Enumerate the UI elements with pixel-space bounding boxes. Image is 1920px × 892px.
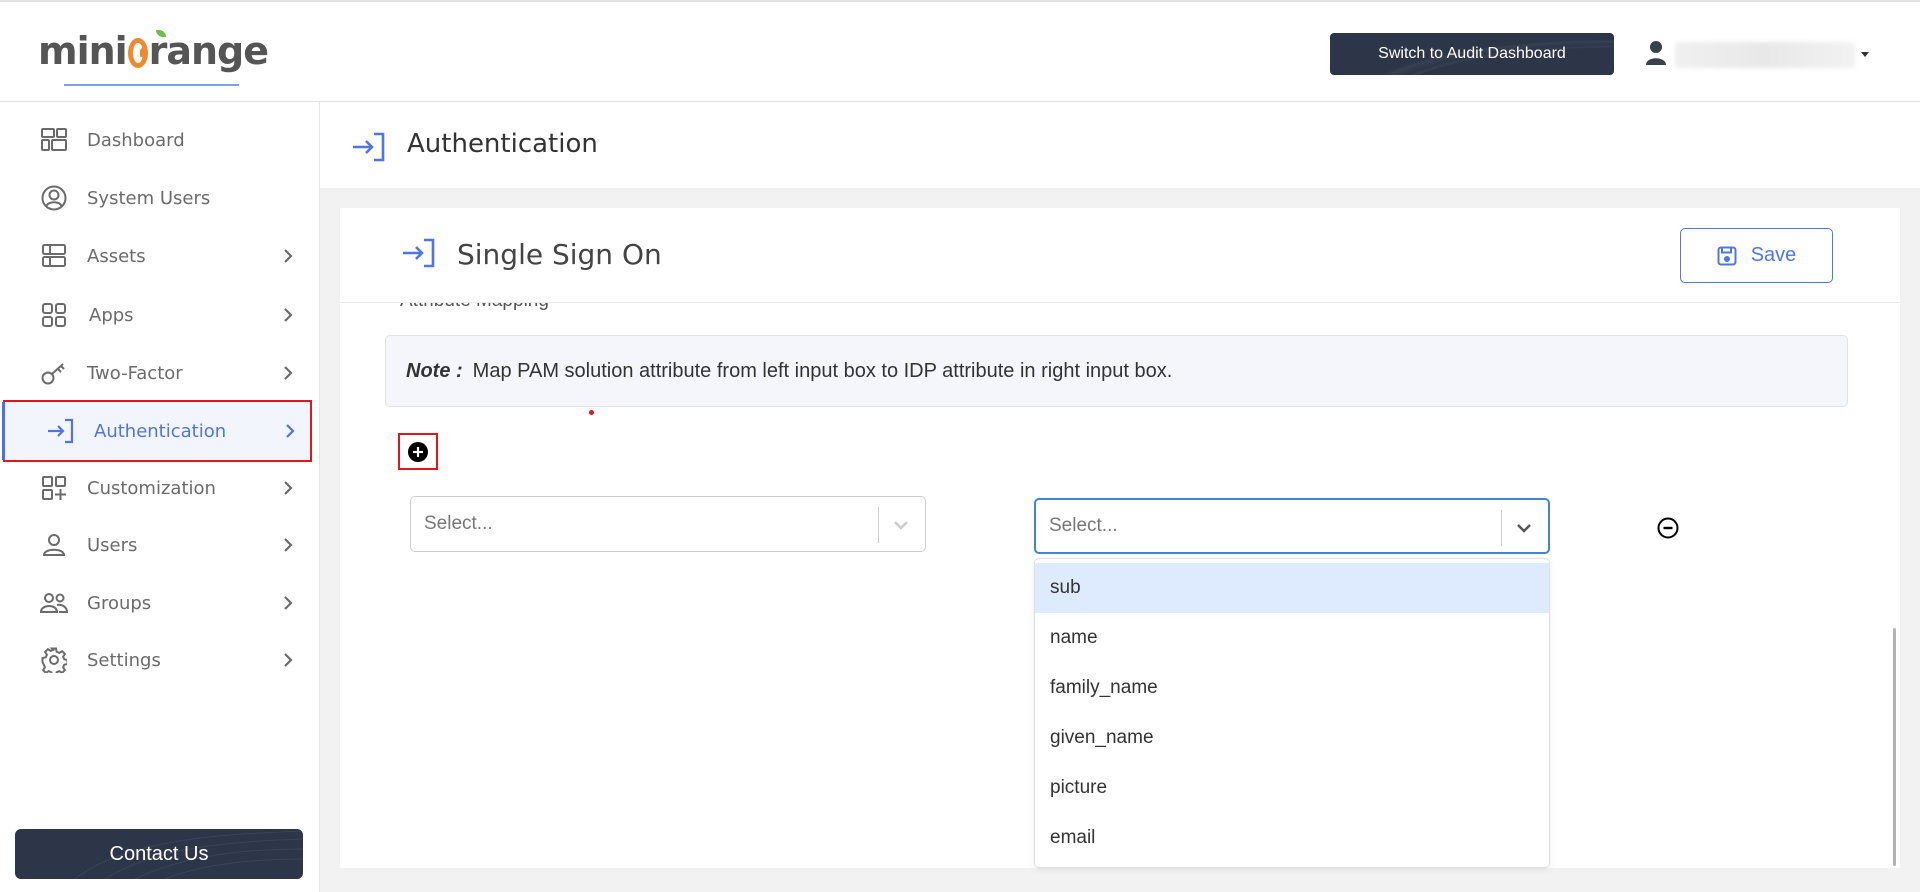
page-title: Authentication bbox=[407, 129, 598, 159]
save-button[interactable]: Save bbox=[1680, 228, 1833, 283]
user-menu-caret-icon[interactable] bbox=[1861, 52, 1869, 57]
sidebar-item-groups[interactable]: Groups bbox=[0, 574, 318, 632]
sidebar-item-settings[interactable]: Settings bbox=[0, 631, 318, 689]
miniorange-logo[interactable]: mini range bbox=[38, 26, 269, 90]
chevron-right-icon bbox=[286, 424, 295, 438]
sidebar-item-system-users[interactable]: System Users bbox=[0, 169, 318, 227]
logo-text-left: mini bbox=[38, 29, 128, 73]
sidebar-item-two-factor[interactable]: Two-Factor bbox=[0, 344, 318, 402]
chevron-right-icon bbox=[284, 481, 293, 495]
sign-in-icon bbox=[402, 238, 436, 272]
customization-icon bbox=[40, 474, 68, 502]
note-label: Note : bbox=[406, 359, 463, 382]
floppy-disk-icon bbox=[1717, 246, 1737, 265]
idp-attribute-dropdown-menu: sub name family_name given_name picture … bbox=[1034, 558, 1550, 868]
save-label: Save bbox=[1750, 244, 1797, 266]
user-name[interactable] bbox=[1675, 42, 1855, 68]
sidebar-item-label: System Users bbox=[87, 187, 211, 209]
card-title: Single Sign On bbox=[457, 238, 662, 271]
remove-mapping-button[interactable] bbox=[1656, 516, 1680, 540]
logo-underline bbox=[64, 84, 239, 86]
sidebar-item-label: Users bbox=[87, 534, 138, 556]
sidebar-item-label: Apps bbox=[89, 304, 134, 326]
contact-us-label: Contact Us bbox=[109, 842, 209, 865]
dropdown-option[interactable]: name bbox=[1035, 613, 1549, 663]
sign-in-icon bbox=[47, 417, 75, 445]
chevron-down-icon[interactable] bbox=[892, 516, 910, 534]
dropdown-option[interactable]: email bbox=[1035, 813, 1549, 863]
sidebar-item-label: Dashboard bbox=[87, 129, 185, 151]
sidebar-item-label: Authentication bbox=[94, 420, 227, 442]
logo-text-right: range bbox=[148, 29, 269, 73]
sidebar-item-label: Customization bbox=[87, 477, 216, 499]
add-mapping-button[interactable] bbox=[398, 433, 438, 470]
sidebar-item-customization[interactable]: Customization bbox=[0, 459, 318, 517]
sidebar-item-authentication[interactable]: Authentication bbox=[2, 400, 312, 462]
gear-icon bbox=[40, 646, 68, 674]
select-placeholder: Select... bbox=[1049, 515, 1118, 536]
user-icon bbox=[40, 531, 68, 559]
card-header: Single Sign On Save bbox=[340, 208, 1900, 303]
assets-icon bbox=[40, 242, 68, 270]
select-placeholder: Select... bbox=[424, 513, 493, 534]
dropdown-option[interactable]: sub bbox=[1035, 563, 1549, 613]
select-separator bbox=[1501, 510, 1502, 546]
dashboard-icon bbox=[40, 126, 68, 154]
chevron-right-icon bbox=[284, 596, 293, 610]
user-icon[interactable] bbox=[1645, 40, 1667, 66]
sidebar-item-dashboard[interactable]: Dashboard bbox=[0, 111, 318, 169]
contact-us-button[interactable]: Contact Us bbox=[15, 829, 303, 879]
chevron-right-icon bbox=[284, 366, 293, 380]
key-icon bbox=[40, 359, 68, 387]
chevron-right-icon bbox=[284, 538, 293, 552]
user-circle-icon bbox=[40, 184, 68, 212]
dropdown-option[interactable]: given_name bbox=[1035, 713, 1549, 763]
cursor-marker bbox=[589, 410, 594, 415]
top-header: mini range Switch to Audit Dashboard bbox=[0, 0, 1920, 102]
minus-circle-icon bbox=[1657, 517, 1679, 539]
plus-circle-icon bbox=[408, 441, 428, 462]
dropdown-option[interactable]: picture bbox=[1035, 763, 1549, 813]
note-box: Note : Map PAM solution attribute from l… bbox=[385, 335, 1848, 407]
sidebar-item-label: Assets bbox=[87, 245, 146, 267]
content-scrollbar[interactable] bbox=[1893, 628, 1896, 866]
chevron-down-icon[interactable] bbox=[1515, 519, 1533, 537]
sidebar-item-users[interactable]: Users bbox=[0, 516, 318, 574]
sidebar-item-label: Two-Factor bbox=[87, 362, 183, 384]
sidebar-item-assets[interactable]: Assets bbox=[0, 227, 318, 285]
chevron-right-icon bbox=[284, 653, 293, 667]
page-header: Authentication bbox=[320, 102, 1920, 188]
idp-attribute-select[interactable]: Select... bbox=[1034, 498, 1550, 554]
sidebar-item-label: Groups bbox=[87, 592, 152, 614]
apps-grid-icon bbox=[40, 301, 68, 329]
sidebar-item-apps[interactable]: Apps bbox=[0, 286, 318, 344]
sign-in-icon bbox=[352, 132, 386, 166]
note-text: Map PAM solution attribute from left inp… bbox=[472, 359, 1173, 382]
switch-to-audit-dashboard-button[interactable]: Switch to Audit Dashboard bbox=[1330, 33, 1614, 75]
sidebar: Dashboard System Users Assets Apps Two-F… bbox=[0, 102, 320, 892]
chevron-right-icon bbox=[284, 308, 293, 322]
groups-icon bbox=[40, 589, 68, 617]
pam-attribute-select[interactable]: Select... bbox=[410, 496, 926, 552]
sidebar-item-label: Settings bbox=[87, 649, 161, 671]
sso-card: Single Sign On Save Attribute Mapping No… bbox=[340, 208, 1900, 868]
select-separator bbox=[878, 507, 879, 543]
chevron-right-icon bbox=[284, 249, 293, 263]
dropdown-option[interactable]: family_name bbox=[1035, 663, 1549, 713]
logo-lock-icon bbox=[127, 38, 148, 68]
